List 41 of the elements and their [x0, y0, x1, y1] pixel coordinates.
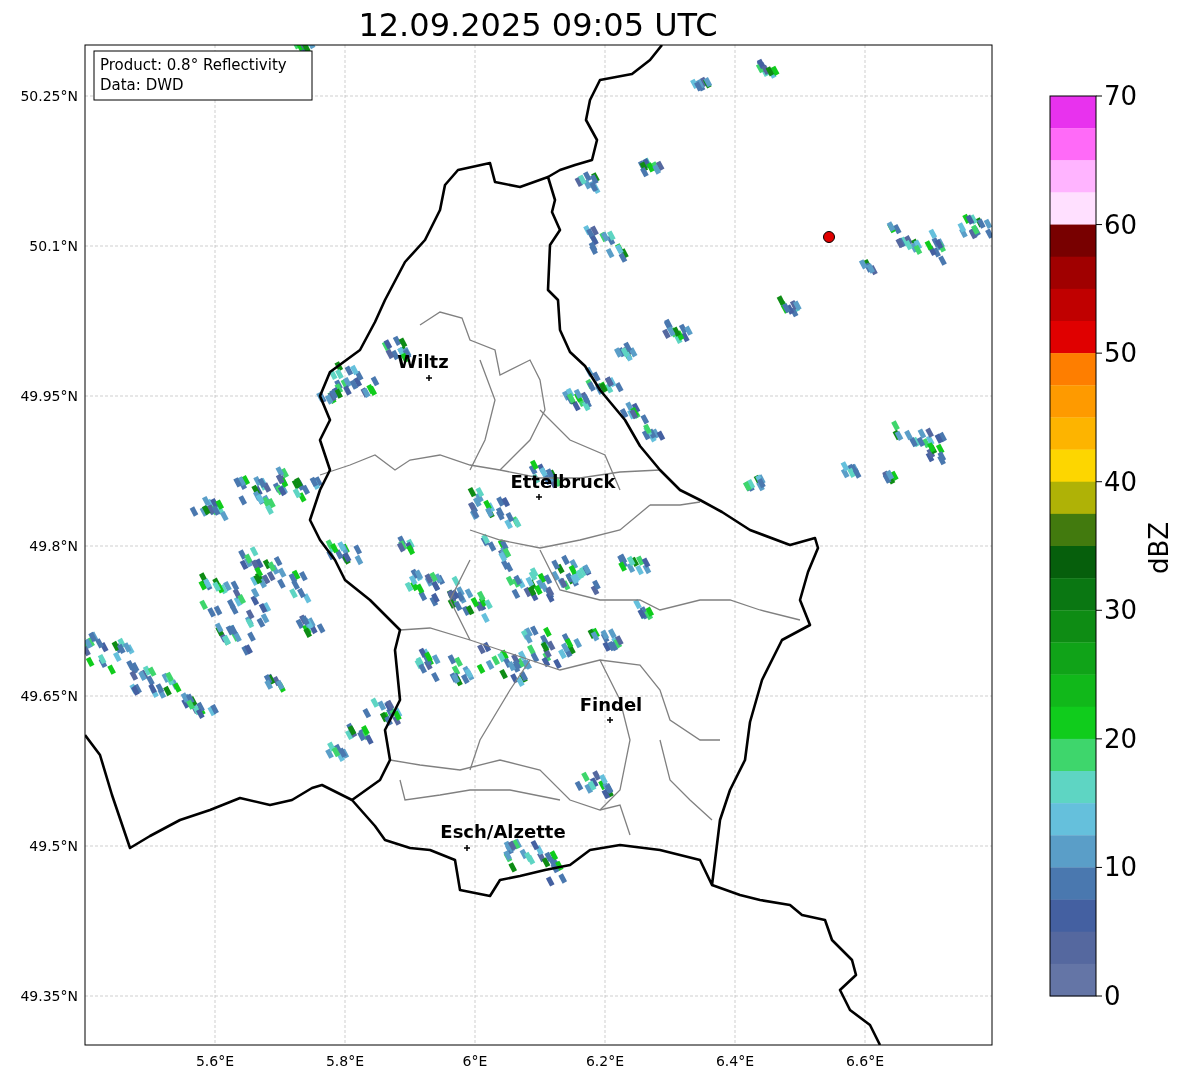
longitude-label: 6°E — [462, 1053, 488, 1069]
city-marker-icon — [463, 844, 471, 852]
radar-site-dot — [823, 231, 835, 243]
tick-mark — [1095, 609, 1103, 611]
tick-mark — [1095, 224, 1103, 226]
longitude-label: 6.6°E — [845, 1053, 885, 1069]
colorbar-tick-label: 10 — [1104, 852, 1138, 883]
latitude-label: 49.95°N — [20, 388, 78, 404]
city-label: Esch/Alzette — [440, 821, 566, 842]
city-label: Wiltz — [397, 351, 449, 372]
colorbar-tick-label: 20 — [1104, 723, 1138, 754]
colorbar-tick-label: 70 — [1104, 81, 1138, 111]
longitude-label: 6.2°E — [585, 1053, 625, 1069]
latitude-label: 49.5°N — [29, 838, 78, 854]
tick-mark — [1095, 995, 1103, 997]
latitude-label: 50.25°N — [20, 88, 78, 104]
longitude-label: 5.6°E — [195, 1053, 235, 1069]
colorbar-tick-label: 0 — [1104, 981, 1121, 1011]
latitude-label: 49.65°N — [20, 688, 78, 704]
colorbar-label: dBZ — [1144, 521, 1174, 575]
longitude-label: 5.8°E — [325, 1053, 365, 1069]
longitude-label: 6.4°E — [715, 1053, 755, 1069]
colorbar-tick-label: 50 — [1104, 338, 1138, 369]
city-marker-icon — [606, 716, 614, 724]
latitude-label: 50.1°N — [29, 238, 78, 254]
tick-mark — [1095, 866, 1103, 868]
tick-mark — [1095, 352, 1103, 354]
tick-mark — [1095, 738, 1103, 740]
latitude-label: 49.8°N — [29, 538, 78, 554]
info-text: Product: 0.8° Reflectivity — [100, 56, 287, 74]
tick-mark — [1095, 481, 1103, 483]
colorbar-tick-label: 30 — [1104, 595, 1138, 626]
city-marker-icon — [425, 374, 433, 382]
latitude-label: 49.35°N — [20, 988, 78, 1004]
city-marker-icon — [535, 493, 543, 501]
tick-mark — [1095, 95, 1103, 97]
info-text: Data: DWD — [100, 76, 184, 94]
colorbar-tick-label: 40 — [1104, 466, 1138, 497]
city-label: Findel — [579, 694, 643, 715]
colorbar-tick-label: 60 — [1104, 209, 1138, 240]
chart-title: 12.09.2025 09:05 UTC — [358, 6, 718, 44]
